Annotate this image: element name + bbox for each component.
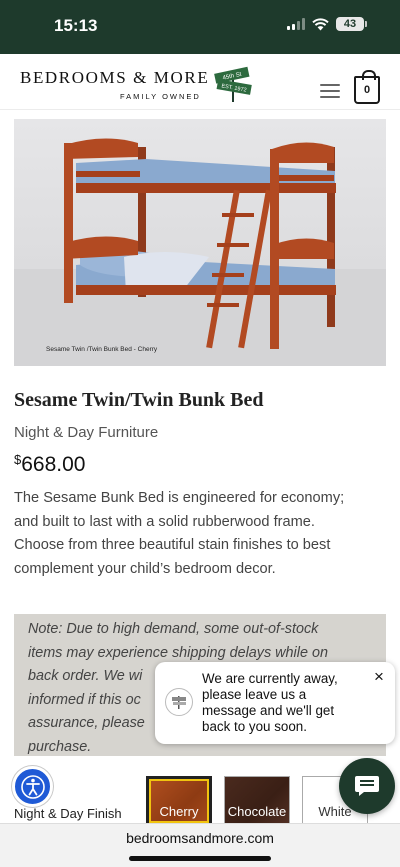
description-line: The Sesame Bunk Bed is engineered for ec… (14, 490, 345, 506)
chat-bubble-icon (355, 776, 379, 796)
product-title: Sesame Twin/Twin Bunk Bed (14, 389, 264, 411)
url-text[interactable]: bedroomsandmore.com (0, 830, 400, 846)
finish-option-cherry[interactable]: Cherry (146, 776, 212, 826)
accessibility-icon (20, 774, 45, 799)
product-price: $668.00 (14, 452, 85, 477)
logo-tagline: FAMILY OWNED (120, 92, 201, 101)
wifi-icon (312, 17, 329, 30)
description-line: and built to last with a solid rubberwoo… (14, 513, 315, 530)
home-indicator[interactable] (129, 856, 271, 861)
cellular-signal-icon (287, 18, 305, 30)
browser-address-bar[interactable]: bedroomsandmore.com (0, 823, 400, 867)
status-time: 15:13 (54, 16, 98, 35)
note-line: Note: Due to high demand, some out-of-st… (28, 621, 319, 637)
site-header: BEDROOMS & MORE FAMILY OWNED 45th St EST… (0, 54, 400, 110)
product-image[interactable]: Sesame Twin /Twin Bunk Bed - Cherry (14, 119, 386, 366)
chat-message: We are currently away, please leave us a… (202, 671, 338, 734)
battery-icon: 43 (336, 17, 367, 31)
street-sign-logo-icon (172, 696, 186, 709)
status-bar: 15:13 43 (0, 0, 400, 54)
finish-option-label: Chocolate (227, 804, 287, 819)
status-icons: 43 (287, 17, 367, 31)
description-line: complement your child’s bedroom decor. (14, 560, 276, 577)
finish-option-label: Cherry (159, 804, 199, 819)
shopping-bag-icon[interactable]: 0 (354, 70, 380, 104)
street-sign-logo-icon[interactable]: 45th St EST. 1972 (212, 66, 254, 102)
price-value: 668.00 (21, 453, 86, 476)
finish-label: Night & Day Finish (14, 806, 122, 821)
description-line: Choose from three beautiful stain finish… (14, 537, 331, 553)
product-description: The Sesame Bunk Bed is engineered for ec… (14, 487, 386, 581)
image-caption: Sesame Twin /Twin Bunk Bed - Cherry (46, 346, 158, 353)
cart-count: 0 (363, 84, 371, 96)
bunk-bed-illustration (14, 138, 386, 366)
logo-wordmark[interactable]: BEDROOMS & MORE (20, 68, 209, 88)
hamburger-menu-icon[interactable] (320, 84, 340, 98)
finish-option-chocolate[interactable]: Chocolate (224, 776, 290, 826)
accessibility-button[interactable] (12, 766, 53, 807)
chat-avatar (165, 688, 193, 716)
close-icon[interactable]: × (372, 668, 386, 685)
product-brand[interactable]: Night & Day Furniture (14, 424, 158, 441)
chat-popup[interactable]: We are currently away, please leave us a… (155, 662, 395, 744)
chat-launcher-button[interactable] (339, 758, 395, 814)
